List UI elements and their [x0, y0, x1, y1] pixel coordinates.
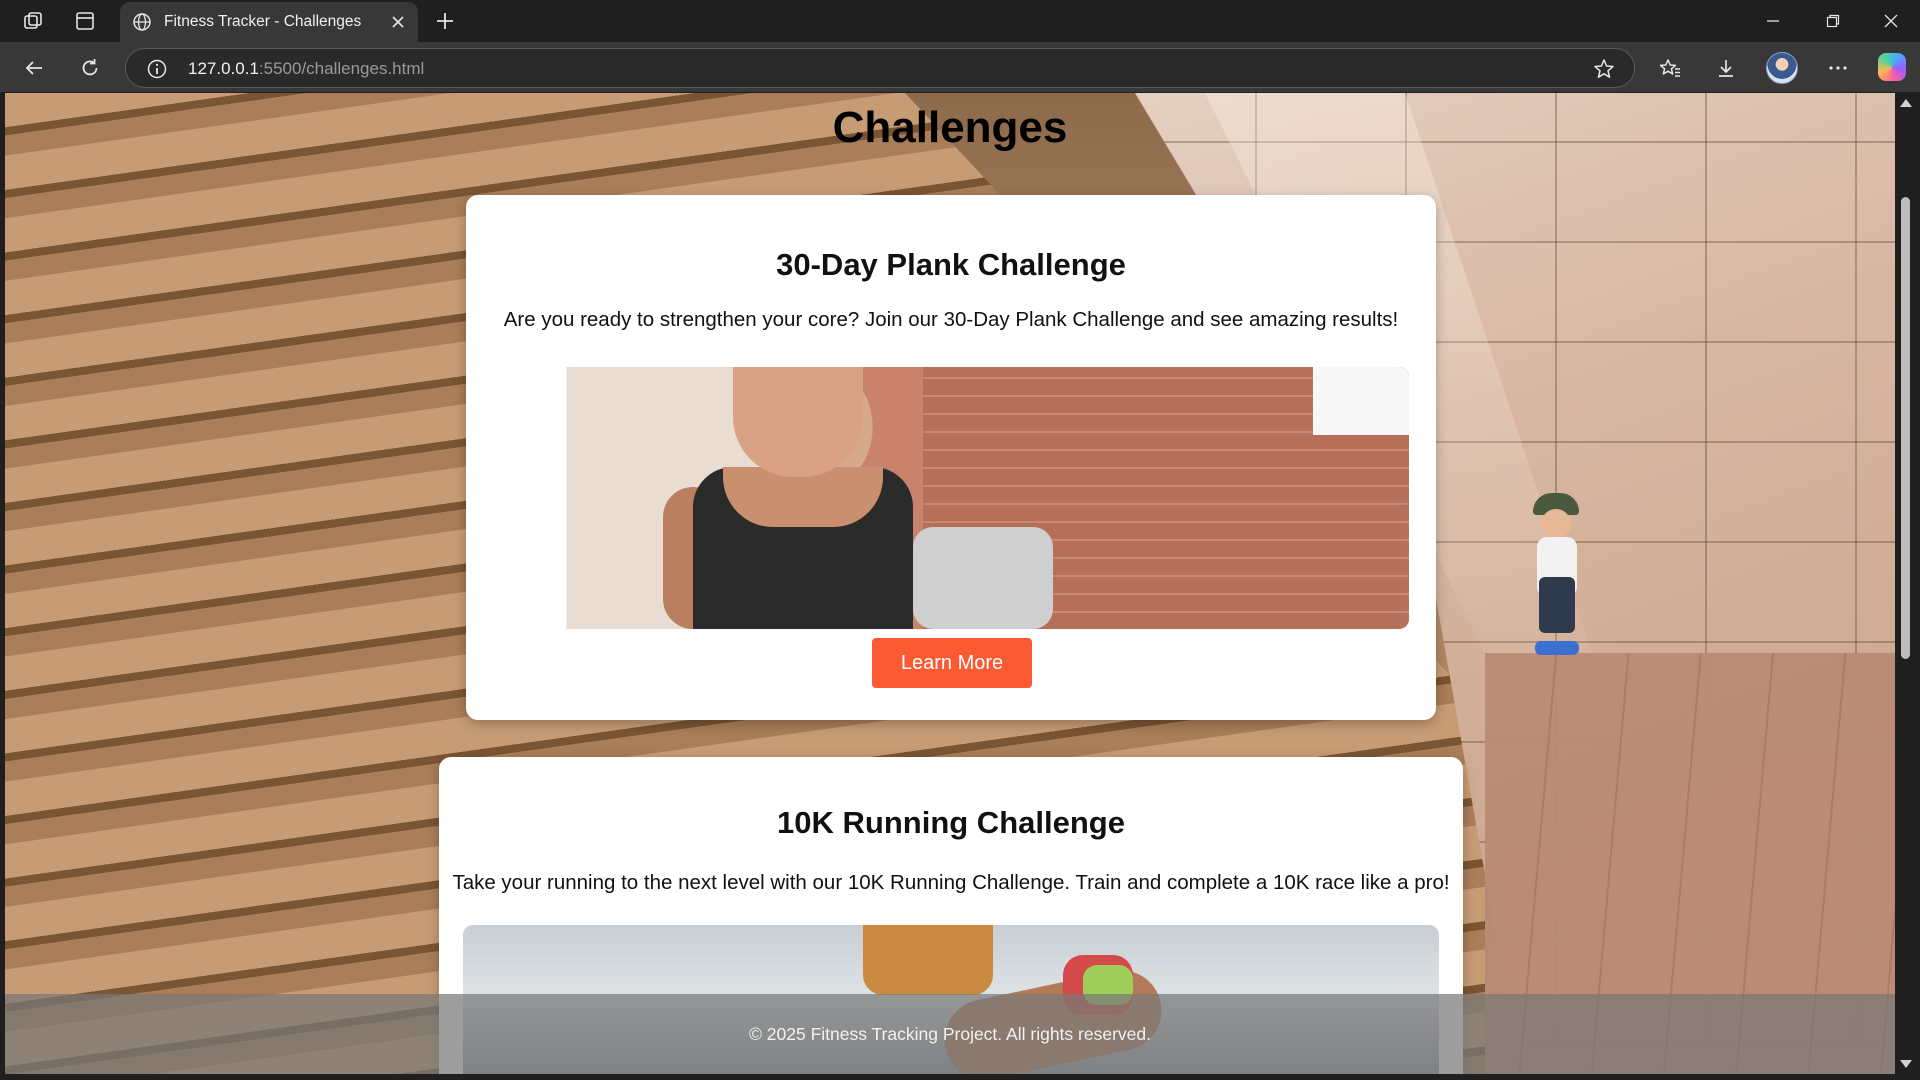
challenge-description: Take your running to the next level with…: [452, 871, 1450, 894]
favorite-star-icon[interactable]: [1592, 57, 1616, 81]
workspaces-icon[interactable]: [20, 8, 46, 34]
profile-avatar[interactable]: [1766, 52, 1798, 84]
address-bar[interactable]: 127.0.0.1:5500/challenges.html: [125, 48, 1635, 88]
tab-actions-icon[interactable]: [72, 8, 98, 34]
restore-icon[interactable]: [1810, 6, 1856, 36]
page-viewport: Challenges 30-Day Plank Challenge Are yo…: [5, 93, 1895, 1074]
back-icon[interactable]: [18, 52, 50, 84]
scroll-up-icon[interactable]: [1900, 99, 1912, 107]
plank-challenge-image: [493, 367, 1409, 629]
refresh-icon[interactable]: [74, 52, 106, 84]
browser-titlebar: Fitness Tracker - Challenges: [0, 0, 1920, 42]
challenge-card: 30-Day Plank Challenge Are you ready to …: [466, 195, 1436, 720]
copilot-icon[interactable]: [1878, 53, 1906, 81]
url-host: 127.0.0.1: [188, 59, 259, 78]
challenge-title: 30-Day Plank Challenge: [776, 247, 1126, 282]
url-path: :5500/challenges.html: [258, 59, 425, 78]
minimize-icon[interactable]: [1750, 6, 1796, 36]
new-tab-icon[interactable]: [432, 8, 458, 34]
page-title: Challenges: [832, 103, 1068, 152]
page-footer: © 2025 Fitness Tracking Project. All rig…: [5, 994, 1895, 1074]
url-text: 127.0.0.1:5500/challenges.html: [188, 59, 424, 79]
close-icon[interactable]: [388, 12, 408, 32]
background-child: [1525, 493, 1585, 663]
footer-text: © 2025 Fitness Tracking Project. All rig…: [749, 1023, 1151, 1044]
site-info-icon[interactable]: [146, 58, 168, 80]
active-tab[interactable]: Fitness Tracker - Challenges: [120, 2, 418, 42]
downloads-icon[interactable]: [1710, 52, 1742, 84]
tab-title: Fitness Tracker - Challenges: [164, 13, 362, 30]
favorites-icon[interactable]: [1654, 52, 1686, 84]
learn-more-button[interactable]: Learn More: [872, 638, 1032, 688]
vertical-scrollbar[interactable]: [1895, 93, 1915, 1074]
globe-icon: [130, 10, 154, 34]
more-icon[interactable]: [1822, 52, 1854, 84]
scroll-down-icon[interactable]: [1900, 1060, 1912, 1068]
scroll-thumb[interactable]: [1901, 197, 1910, 659]
challenge-description: Are you ready to strengthen your core? J…: [503, 308, 1399, 331]
challenge-title: 10K Running Challenge: [777, 805, 1125, 840]
browser-toolbar: 127.0.0.1:5500/challenges.html: [0, 42, 1920, 92]
window-close-icon[interactable]: [1868, 6, 1914, 36]
